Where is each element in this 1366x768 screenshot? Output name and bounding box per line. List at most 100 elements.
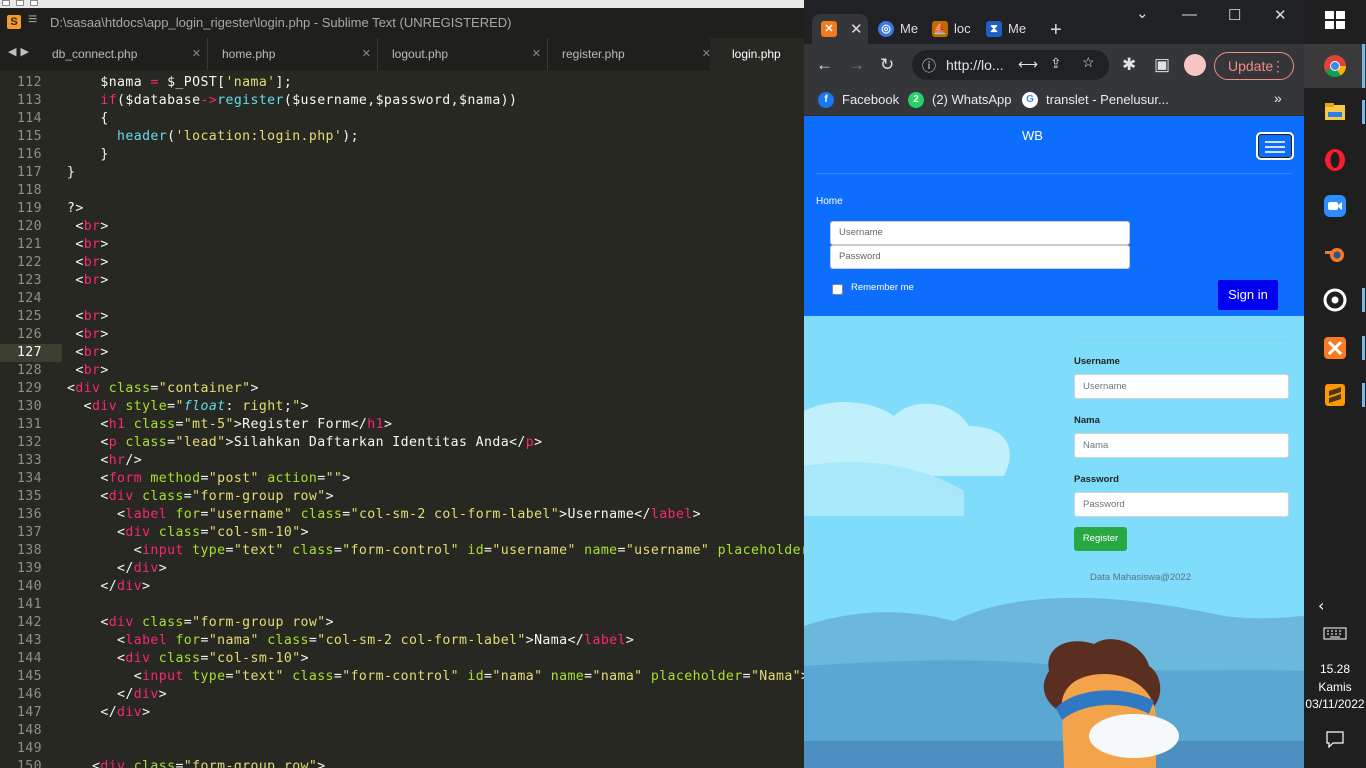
opera-icon[interactable]	[1323, 148, 1347, 172]
line-number: 125	[16, 309, 42, 324]
code-line: <br>	[67, 345, 109, 360]
active-indicator	[1362, 44, 1365, 88]
zoom-icon[interactable]	[1323, 194, 1347, 218]
form-divider	[1074, 339, 1289, 340]
avatar[interactable]	[1184, 54, 1206, 76]
bookmarks-bar: f Facebook 2 (2) WhatsApp G translet - P…	[804, 86, 1304, 116]
username-input[interactable]: Username	[1074, 374, 1289, 399]
code-line: <br>	[67, 309, 109, 324]
tab-logout[interactable]: logout.php ✕	[370, 38, 548, 70]
navbar-toggler-button[interactable]	[1256, 132, 1294, 160]
clock-time[interactable]: 15.28	[1304, 662, 1366, 676]
browser-tab-label: Me	[900, 21, 919, 36]
line-number: 124	[16, 291, 42, 306]
line-number: 120	[16, 219, 42, 234]
line-number: 147	[16, 705, 42, 720]
code-line: <hr/>	[67, 453, 143, 468]
code-line: ?>	[67, 201, 84, 216]
close-icon[interactable]: ✕	[850, 20, 863, 38]
xampp-icon[interactable]	[1323, 336, 1347, 360]
chrome-icon[interactable]	[1323, 54, 1347, 78]
address-bar[interactable]: ⓘ http://lo... ⟷ ⇪ ☆	[912, 50, 1109, 80]
davinci-icon[interactable]	[1323, 288, 1347, 312]
new-tab-icon[interactable]: +	[1050, 19, 1062, 42]
bookmark-translate[interactable]: translet - Penelusur...	[1046, 92, 1169, 107]
extensions-icon[interactable]: ✱	[1122, 55, 1136, 75]
code-line: $nama = $_POST['nama'];	[67, 75, 293, 90]
navbar-password-input[interactable]: Password	[830, 245, 1130, 269]
code-line: <h1 class="mt-5">Register Form</h1>	[67, 417, 393, 432]
close-window-icon[interactable]: ✕	[1274, 6, 1287, 24]
more-bookmarks-icon[interactable]: »	[1274, 90, 1282, 106]
forward-icon[interactable]: →	[848, 55, 865, 75]
blender-icon[interactable]	[1323, 242, 1347, 266]
chevron-left-icon[interactable]: ‹	[1318, 596, 1324, 615]
browser-tab-active[interactable]: ✕ ✕	[812, 14, 868, 44]
tab-db-connect[interactable]: db_connect.php ✕	[30, 38, 208, 70]
tab-register[interactable]: register.php ✕	[540, 38, 718, 70]
sublime-icon[interactable]	[1323, 383, 1347, 407]
translate-icon[interactable]: ⟷	[1018, 56, 1038, 73]
code-line: <div class="form-group row">	[67, 615, 334, 630]
windows-start-icon[interactable]	[1323, 8, 1347, 32]
line-number: 149	[16, 741, 42, 756]
side-panel-icon[interactable]: ▣	[1154, 55, 1170, 75]
browser-tab[interactable]: ◎ Me	[872, 14, 924, 44]
line-number: 145	[16, 669, 42, 684]
line-number: 138	[16, 543, 42, 558]
minimize-icon[interactable]: —	[1182, 6, 1197, 23]
navbar-brand[interactable]: WB	[1022, 128, 1043, 143]
bookmark-star-icon[interactable]: ☆	[1082, 54, 1095, 71]
share-icon[interactable]: ⇪	[1050, 55, 1062, 72]
browser-tab[interactable]: ⛵ loc	[926, 14, 978, 44]
remember-checkbox[interactable]	[832, 284, 843, 295]
facebook-icon: f	[818, 92, 834, 108]
code-line: <form method="post" action="">	[67, 471, 351, 486]
line-number: 121	[16, 237, 42, 252]
update-button[interactable]: Update ⋮	[1214, 52, 1294, 80]
reload-icon[interactable]: ↻	[880, 55, 894, 75]
tab-login[interactable]: login.php	[710, 38, 804, 70]
code-area[interactable]: 112 113 114 115 116 117 118 119 120 121 122 123 124 1…	[0, 70, 804, 768]
line-number: 113	[16, 93, 42, 108]
clock-day[interactable]: Kamis	[1304, 680, 1366, 694]
back-icon[interactable]: ←	[816, 55, 833, 75]
keyboard-icon[interactable]	[1323, 627, 1347, 640]
line-number: 112	[16, 75, 42, 90]
file-explorer-icon[interactable]	[1323, 100, 1347, 124]
more-menu-icon[interactable]: ⋮	[1271, 53, 1285, 79]
info-icon[interactable]: ⓘ	[922, 56, 936, 76]
notification-icon[interactable]	[1325, 730, 1345, 748]
update-label: Update	[1228, 58, 1274, 74]
maximize-icon[interactable]: ☐	[1228, 6, 1241, 24]
code-line: <div class="form-group row">	[67, 489, 334, 504]
tab-home[interactable]: home.php ✕	[200, 38, 378, 70]
sublime-logo-icon: S	[7, 15, 21, 29]
line-number: 141	[16, 597, 42, 612]
tab-favicon-icon: ⧗	[986, 21, 1002, 37]
sublime-titlebar: S ≡ D:\sasaa\htdocs\app_login_rigester\l…	[0, 8, 804, 38]
line-number: 143	[16, 633, 42, 648]
clock-date[interactable]: 03/11/2022	[1304, 697, 1366, 711]
window-thumb-icon	[16, 0, 24, 6]
sign-in-button[interactable]: Sign in	[1218, 280, 1278, 310]
password-input[interactable]: Password	[1074, 492, 1289, 517]
line-number: 150	[16, 759, 42, 768]
running-indicator	[1362, 100, 1365, 124]
browser-tab[interactable]: ⧗ Me	[980, 14, 1032, 44]
home-link[interactable]: Home	[816, 196, 843, 207]
navbar: WB Home Username Password Remember me Si…	[804, 116, 1304, 316]
nama-label: Nama	[1074, 415, 1100, 426]
line-number: 127	[16, 345, 42, 360]
bookmark-facebook[interactable]: Facebook	[842, 92, 899, 107]
bookmark-whatsapp[interactable]: (2) WhatsApp	[932, 92, 1011, 107]
code-line: }	[67, 147, 109, 162]
code-line: <label for="nama" class="col-sm-2 col-fo…	[67, 633, 635, 648]
editor-tab-bar: ◀▶ db_connect.php ✕ home.php ✕ logout.ph…	[0, 38, 804, 70]
navbar-username-input[interactable]: Username	[830, 221, 1130, 245]
register-button[interactable]: Register	[1074, 527, 1127, 551]
nama-input[interactable]: Nama	[1074, 433, 1289, 458]
code-line: <div class="col-sm-10">	[67, 525, 309, 540]
hamburger-menu-icon[interactable]: ≡	[28, 11, 37, 29]
chevron-down-icon[interactable]: ⌄	[1136, 4, 1149, 22]
